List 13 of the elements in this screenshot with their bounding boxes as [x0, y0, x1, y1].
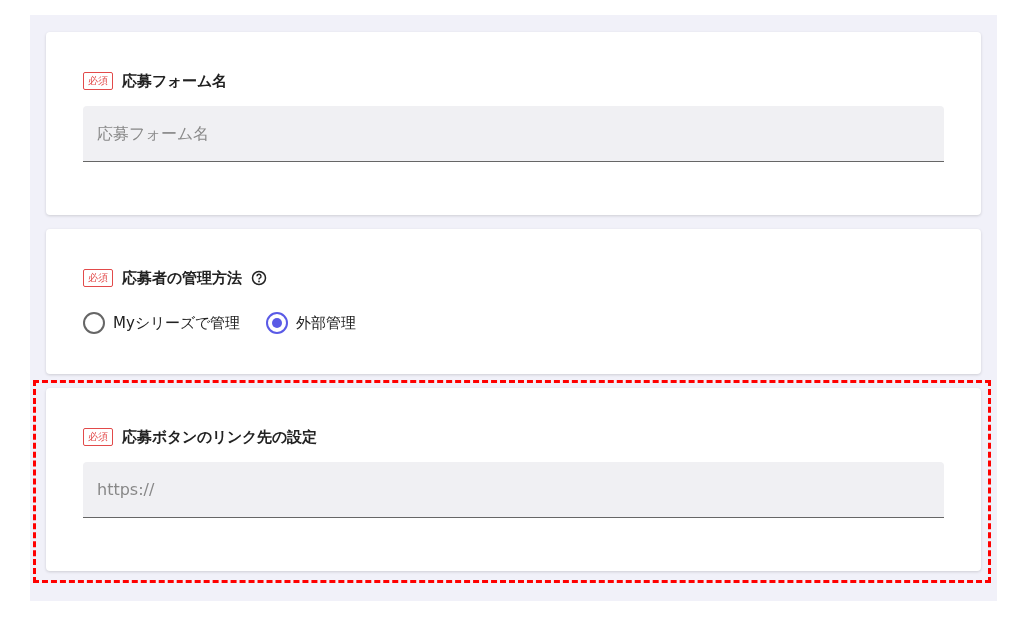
radio-button[interactable]: [83, 312, 105, 334]
input-field[interactable]: https://: [83, 462, 944, 518]
radio-button[interactable]: [265, 312, 288, 334]
required-badge: 必須: [83, 428, 113, 446]
input-field[interactable]: 応募フォーム名: [83, 106, 944, 162]
required-badge: 必須: [83, 72, 113, 90]
radio-option[interactable]: Myシリーズで管理: [83, 312, 240, 334]
radio-option[interactable]: 外部管理: [265, 312, 356, 334]
field-label: 応募フォーム名: [122, 71, 227, 91]
field-label: 応募ボタンのリンク先の設定: [122, 427, 317, 447]
field-label: 応募者の管理方法: [122, 268, 242, 288]
required-badge: 必須: [83, 269, 113, 287]
help-icon[interactable]: [251, 270, 267, 286]
